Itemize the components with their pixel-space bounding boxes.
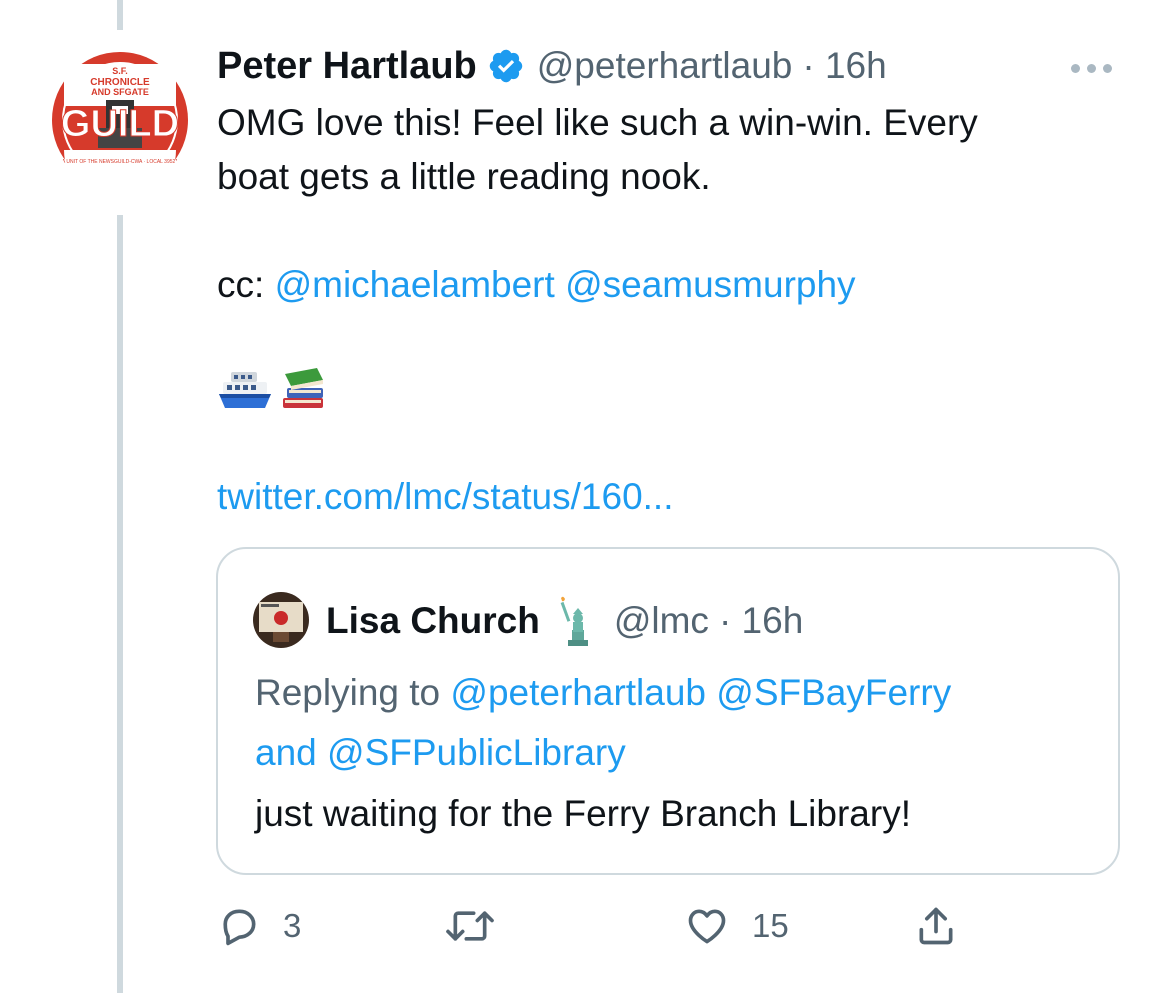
quote-avatar[interactable] — [253, 592, 309, 648]
quote-author-handle[interactable]: @lmc — [614, 600, 709, 642]
cc-label: cc: — [217, 264, 275, 305]
more-dot — [1071, 63, 1080, 73]
quoted-tweet-link[interactable]: twitter.com/lmc/status/160... — [217, 476, 673, 518]
quote-header: Lisa Church @lmc · 16h — [326, 593, 803, 649]
quote-avatar-image — [253, 592, 309, 648]
reply-icon — [223, 909, 256, 946]
svg-text:A UNIT OF THE NEWSGUILD-CWA ·: A UNIT OF THE NEWSGUILD-CWA · LOCAL 3952… — [62, 159, 178, 165]
author-handle[interactable]: @peterhartlaub — [537, 45, 793, 87]
tweet-time[interactable]: · 16h — [802, 45, 886, 87]
cc-line: cc: @michaelambert @seamusmurphy — [217, 258, 1117, 312]
share-button[interactable] — [914, 898, 958, 954]
ferry-emoji-icon — [219, 372, 271, 408]
retweet-icon — [446, 911, 494, 941]
reply-button[interactable]: 3 — [217, 898, 301, 954]
reply-mention-peterhartlaub[interactable]: @peterhartlaub — [450, 672, 706, 713]
retweet-button[interactable] — [443, 898, 519, 954]
thread-line — [117, 215, 123, 993]
like-button[interactable]: 15 — [684, 898, 789, 954]
quote-author-name[interactable]: Lisa Church — [326, 600, 540, 642]
tweet-text: OMG love this! Feel like such a win-win.… — [217, 96, 1117, 312]
reply-count: 3 — [283, 907, 302, 944]
tweet-actions: 3 15 — [217, 898, 977, 954]
svg-text:S.F.: S.F. — [112, 66, 128, 76]
quoted-tweet[interactable]: Lisa Church @lmc · 16h Replying to @pete… — [216, 547, 1120, 875]
thread-line-top — [117, 0, 123, 30]
svg-text:AND SFGATE: AND SFGATE — [91, 87, 149, 97]
reply-mention-sfpubliclibrary[interactable]: @SFPublicLibrary — [327, 732, 626, 773]
more-dot — [1087, 63, 1096, 73]
more-dot — [1103, 63, 1112, 73]
tweet-text-line-1: OMG love this! Feel like such a win-win.… — [217, 102, 978, 143]
more-options-icon[interactable] — [1071, 58, 1121, 78]
books-emoji-icon — [283, 368, 323, 408]
replying-to-label: Replying to — [255, 672, 441, 713]
quote-time[interactable]: · 16h — [719, 600, 803, 642]
tweet-header: Peter Hartlaub @peterhartlaub · 16h — [217, 40, 887, 92]
svg-text:GUILD: GUILD — [61, 103, 179, 145]
avatar[interactable]: S.F. CHRONICLE AND SFGATE GUILD A UNIT O… — [50, 50, 190, 190]
heart-icon — [688, 909, 726, 944]
reply-and[interactable]: and — [255, 732, 317, 773]
mention-seamusmurphy[interactable]: @seamusmurphy — [565, 264, 856, 305]
reply-mention-sfbayferry[interactable]: @SFBayFerry — [716, 672, 951, 713]
author-name[interactable]: Peter Hartlaub — [217, 45, 477, 88]
mention-michaelambert[interactable]: @michaelambert — [275, 264, 555, 305]
like-count: 15 — [752, 907, 789, 944]
quote-text: just waiting for the Ferry Branch Librar… — [255, 793, 911, 834]
verified-badge-icon — [487, 47, 525, 85]
guild-logo-icon: S.F. CHRONICLE AND SFGATE GUILD A UNIT O… — [52, 52, 188, 190]
replying-to: Replying to @peterhartlaub @SFBayFerry a… — [255, 663, 1095, 783]
tweet-text-line-2: boat gets a little reading nook. — [217, 156, 711, 197]
emoji-row — [217, 366, 329, 416]
share-icon — [919, 907, 953, 945]
statue-of-liberty-emoji-icon — [560, 596, 588, 646]
